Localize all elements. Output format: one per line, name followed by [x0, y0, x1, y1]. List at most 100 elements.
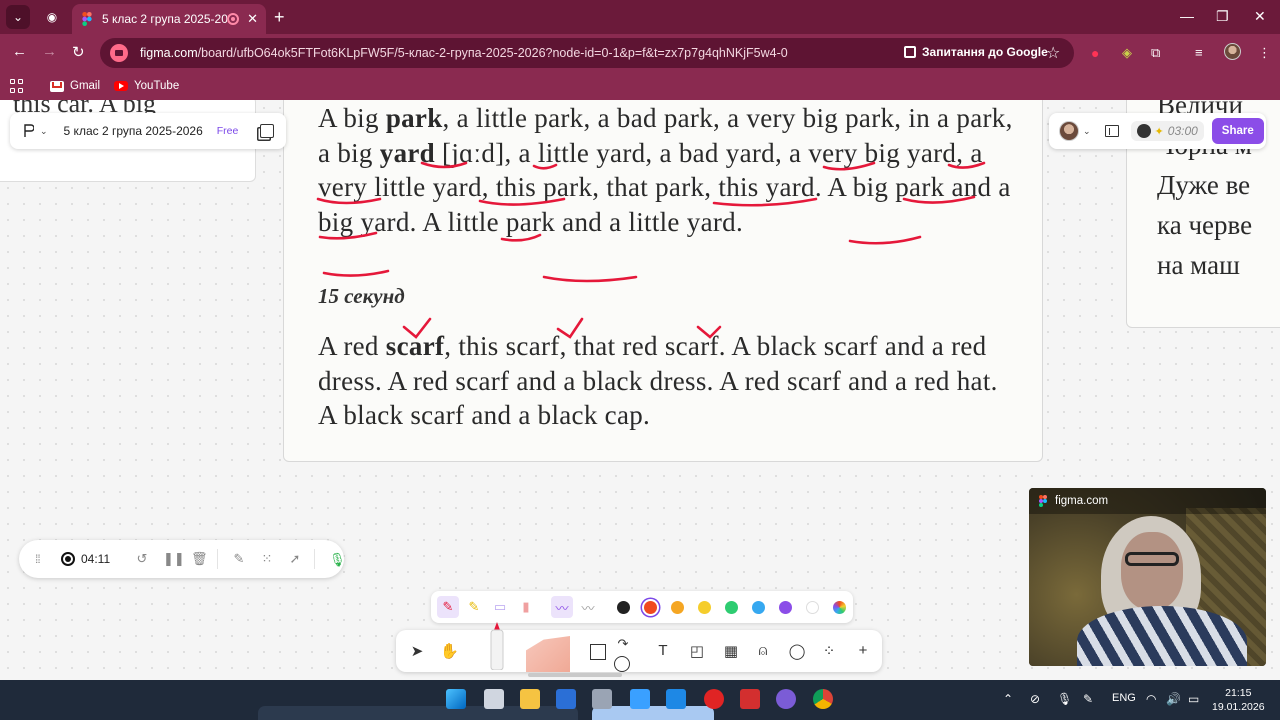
language-indicator[interactable]: ENG	[1112, 692, 1136, 704]
textbook-page-image[interactable]: A big park, a little park, a bad park, a…	[283, 100, 1043, 462]
tab-search-icon[interactable]: ⌄	[6, 5, 30, 29]
right-frame-line: на маш	[1157, 250, 1240, 280]
drag-handle-icon[interactable]: ⁞⁞	[35, 552, 49, 566]
divider	[217, 549, 218, 569]
address-bar[interactable]: figma.com/board/ufbO64ok5FTFot6KLpFW5F/5…	[100, 38, 1074, 68]
file-explorer-icon[interactable]	[520, 689, 540, 709]
circle-shape-icon[interactable]	[614, 656, 630, 672]
pointer-icon[interactable]: ➚	[288, 551, 302, 567]
minimize-icon[interactable]: —	[1180, 8, 1194, 24]
back-icon[interactable]: ←	[12, 43, 27, 60]
color-swatch-red[interactable]	[644, 600, 657, 614]
taskbar-clock[interactable]: 21:15 19.01.2026	[1212, 686, 1265, 714]
marker-tool-icon[interactable]: ✎	[437, 596, 459, 618]
hand-tool-icon[interactable]: ✋	[440, 642, 459, 660]
tray-mic-icon[interactable]: 🎙	[1057, 692, 1072, 706]
highlighter-tool-icon[interactable]: ✎	[463, 596, 485, 618]
washi-tape-icon[interactable]: ▭	[489, 596, 511, 618]
bookmark-star-icon[interactable]: ☆	[1046, 43, 1060, 63]
opera-icon[interactable]	[704, 689, 724, 709]
share-button[interactable]: Share	[1211, 118, 1264, 144]
eraser-icon[interactable]	[526, 636, 570, 672]
widgets-tool-icon[interactable]: ⁘	[820, 642, 838, 660]
record-icon[interactable]	[61, 552, 75, 566]
color-swatch-black[interactable]	[617, 600, 630, 614]
extension-record-icon[interactable]: ●	[1091, 45, 1099, 61]
file-menu-chevron-icon[interactable]: ⌄	[40, 126, 48, 137]
apps-grid-icon[interactable]	[10, 79, 24, 93]
extension-owl-icon[interactable]: ◈	[1122, 45, 1132, 61]
recording-time: 04:11	[81, 552, 111, 566]
comment-tool-icon[interactable]: ◯	[788, 642, 806, 660]
tray-chevron-icon[interactable]: ⌃	[1003, 692, 1013, 706]
taskbar-app-icon[interactable]	[666, 689, 686, 709]
browser-menu-icon[interactable]: ⋮	[1258, 45, 1271, 61]
square-shape-icon[interactable]	[590, 644, 606, 660]
store-icon[interactable]	[556, 689, 576, 709]
chrome-icon[interactable]	[813, 689, 833, 709]
viber-icon[interactable]	[776, 689, 796, 709]
user-avatar[interactable]	[1059, 121, 1079, 141]
file-name[interactable]: 5 клас 2 група 2025-2026	[64, 124, 203, 138]
new-tab-button[interactable]: +	[274, 7, 285, 28]
trash-icon[interactable]: 🗑	[191, 551, 208, 567]
stamp-tool-icon[interactable]: ⍝	[754, 642, 772, 659]
color-swatch-white[interactable]	[806, 600, 819, 614]
marker-pen-icon[interactable]	[486, 622, 508, 670]
media-control-icon[interactable]: ≡	[1195, 45, 1203, 60]
webcam-overlay[interactable]: figma.com	[1029, 488, 1266, 666]
color-swatch-blue[interactable]	[752, 600, 765, 614]
avatar-chevron-icon[interactable]: ⌄	[1083, 126, 1091, 137]
section-tool-icon[interactable]: ◰	[688, 642, 706, 660]
wifi-icon[interactable]: ◠	[1146, 692, 1156, 706]
close-window-icon[interactable]: ✕	[1254, 8, 1266, 25]
browser-tab[interactable]: 5 клас 2 група 2025-2026 ✕	[72, 4, 266, 34]
eraser-tool-icon[interactable]: ▮	[515, 596, 537, 618]
camera-in-use-icon[interactable]	[110, 44, 128, 62]
add-more-icon[interactable]: +	[854, 642, 872, 659]
pause-icon[interactable]: ❚❚	[163, 551, 185, 567]
taskbar-app-icon[interactable]	[484, 689, 504, 709]
select-tool-icon[interactable]: ➤	[408, 642, 426, 660]
blur-icon[interactable]: ⁙	[260, 551, 274, 567]
tray-pen-icon[interactable]: ✎	[1083, 692, 1093, 706]
figjam-logo-icon[interactable]	[24, 124, 34, 138]
reload-icon[interactable]: ↻	[72, 43, 85, 61]
recording-tab-icon[interactable]: ◉	[40, 5, 64, 29]
color-swatch-green[interactable]	[725, 600, 738, 614]
color-swatch-purple[interactable]	[779, 600, 792, 614]
color-picker-icon[interactable]	[833, 600, 846, 614]
color-swatch-orange[interactable]	[671, 600, 684, 614]
text-tool-icon[interactable]: T	[654, 642, 672, 659]
collab-pill: ⌄ ✦ 03:00 Share	[1049, 113, 1266, 149]
restart-icon[interactable]: ↺	[135, 551, 149, 567]
clock-date: 19.01.2026	[1212, 701, 1265, 713]
extensions-puzzle-icon[interactable]: ⧉	[1151, 45, 1160, 61]
plan-badge[interactable]: Free	[217, 125, 239, 137]
arrow-shape-icon[interactable]: ↷	[614, 636, 632, 652]
taskbar-app-icon[interactable]	[592, 689, 612, 709]
pencil-icon[interactable]: ✎	[232, 551, 246, 567]
volume-icon[interactable]: 🔊	[1166, 692, 1181, 706]
acrobat-icon[interactable]	[740, 689, 760, 709]
bookmark-youtube[interactable]: YouTube	[114, 80, 179, 92]
profile-avatar[interactable]	[1224, 43, 1241, 63]
color-swatch-yellow[interactable]	[698, 600, 711, 614]
battery-icon[interactable]: ▭	[1188, 692, 1199, 706]
ask-google-button[interactable]: Запитання до Google	[904, 45, 1048, 59]
forward-icon[interactable]: →	[42, 43, 57, 60]
windows-start-icon[interactable]	[446, 689, 466, 709]
tray-app-icon[interactable]: ⊘	[1030, 692, 1040, 706]
layout-icon[interactable]	[1104, 125, 1119, 137]
tab-close-icon[interactable]: ✕	[247, 11, 258, 27]
bookmark-gmail[interactable]: Gmail	[50, 80, 100, 92]
pages-icon[interactable]	[260, 124, 275, 138]
microphone-icon[interactable]: 🎙	[329, 552, 346, 567]
table-tool-icon[interactable]: ▦	[722, 642, 740, 660]
stroke-smooth-icon[interactable]: 〰	[577, 596, 599, 618]
toolbar-scroll-indicator[interactable]	[528, 673, 622, 677]
taskbar-app-icon[interactable]	[630, 689, 650, 709]
maximize-icon[interactable]: ❐	[1216, 8, 1229, 25]
stroke-style-icon[interactable]: 〰	[551, 596, 573, 618]
timer-widget[interactable]: ✦ 03:00	[1130, 121, 1204, 141]
